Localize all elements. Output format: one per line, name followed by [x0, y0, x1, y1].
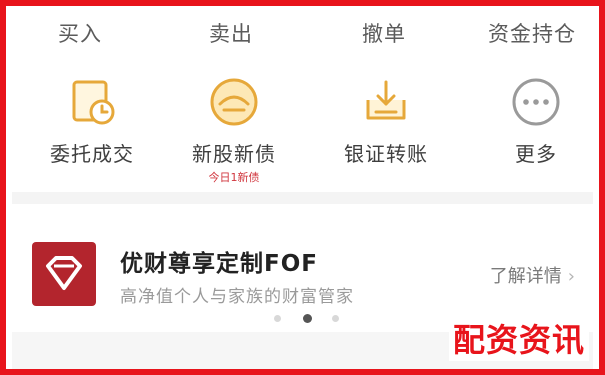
- function-label: 委托成交: [50, 142, 134, 166]
- watermark-text: 配资资讯: [448, 315, 589, 361]
- new-stock-bond-icon: [210, 78, 258, 126]
- more-icon: [512, 78, 560, 126]
- pager-dot-active[interactable]: [303, 314, 312, 323]
- tab-cancel-order[interactable]: 撤单: [362, 18, 406, 48]
- document-clock-icon: [72, 80, 115, 125]
- pager-dot[interactable]: [332, 315, 339, 322]
- function-bank-transfer[interactable]: 银证转账: [326, 74, 446, 167]
- tab-buy[interactable]: 买入: [58, 18, 102, 48]
- diamond-logo-icon: [32, 242, 96, 306]
- trade-tab-bar: 买入 卖出 撤单 资金持仓: [6, 18, 599, 52]
- new-bond-badge: 今日1新债: [208, 171, 260, 184]
- tab-funds-positions[interactable]: 资金持仓: [488, 18, 576, 48]
- function-label: 更多: [515, 142, 557, 166]
- pager-dot[interactable]: [274, 315, 281, 322]
- chevron-right-icon: ›: [567, 266, 575, 287]
- promo-description: 高净值个人与家族的财富管家: [120, 287, 354, 307]
- bank-transfer-icon: [366, 80, 406, 120]
- promo-banner[interactable]: 优财尊享定制FOF 高净值个人与家族的财富管家 了解详情 ›: [12, 204, 593, 329]
- learn-more-label: 了解详情: [489, 266, 562, 287]
- function-new-stock-bond[interactable]: 新股新债 今日1新债: [174, 74, 294, 185]
- tab-sell[interactable]: 卖出: [209, 18, 253, 48]
- function-more[interactable]: 更多: [476, 74, 596, 167]
- function-orders-trades[interactable]: 委托成交: [32, 74, 152, 167]
- function-label: 新股新债: [192, 142, 276, 166]
- promo-title: 优财尊享定制FOF: [120, 251, 318, 277]
- function-grid: 委托成交 新股新债 今日1新债 银证转账 更多: [6, 74, 599, 184]
- section-divider: [12, 192, 593, 204]
- app-frame: 买入 卖出 撤单 资金持仓 委托成交 新股新债 今日1新债 银证转账 更多 优财…: [0, 0, 605, 375]
- function-label: 银证转账: [344, 142, 428, 166]
- learn-more-link[interactable]: 了解详情 ›: [490, 262, 575, 288]
